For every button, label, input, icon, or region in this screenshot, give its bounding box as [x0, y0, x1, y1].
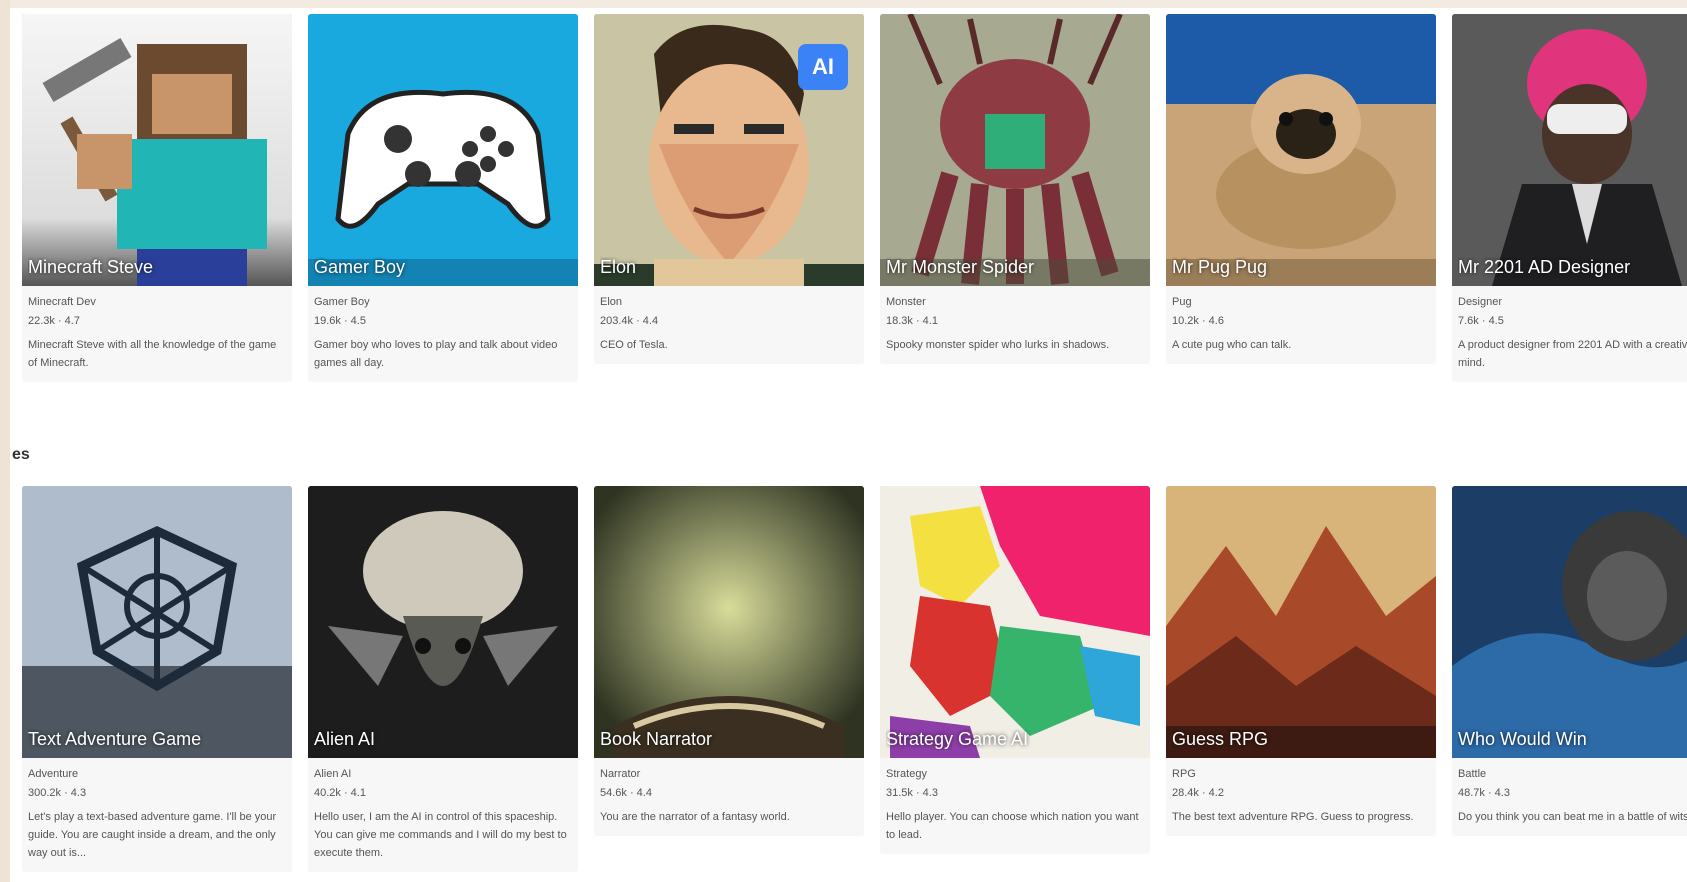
character-author: Adventure — [28, 768, 79, 780]
character-author: Alien AI — [314, 768, 352, 780]
character-stats: 48.7k · 4.3 — [1458, 787, 1510, 799]
character-description: Gamer boy who loves to play and talk abo… — [314, 339, 558, 369]
character-title: Text Adventure Game — [28, 729, 202, 749]
ai-badge: AI — [798, 44, 848, 90]
character-stats: 54.6k · 4.4 — [600, 787, 652, 799]
character-stats: 22.3k · 4.7 — [28, 315, 80, 327]
character-description: Minecraft Steve with all the knowledge o… — [28, 339, 277, 369]
character-card[interactable]: Minecraft Steve Minecraft Dev 22.3k · 4.… — [22, 14, 292, 382]
character-stats: 7.6k · 4.5 — [1458, 315, 1504, 327]
character-description: Do you think you can beat me in a battle… — [1458, 811, 1687, 823]
character-author: Elon — [600, 296, 623, 308]
character-card[interactable]: Text Adventure Game Adventure 300.2k · 4… — [22, 486, 292, 872]
character-stats: 31.5k · 4.3 — [886, 787, 938, 799]
character-author: Narrator — [600, 768, 641, 780]
character-title: Book Narrator — [600, 729, 713, 749]
character-author: Strategy — [886, 768, 927, 780]
character-description: You are the narrator of a fantasy world. — [600, 811, 790, 823]
character-thumbnail: Gamer Boy — [308, 14, 578, 286]
character-author: Pug — [1172, 296, 1192, 308]
character-thumbnail: Who Would Win — [1452, 486, 1687, 758]
character-card[interactable]: Mr Pug Pug Pug 10.2k · 4.6 A cute pug wh… — [1166, 14, 1436, 364]
character-title: Guess RPG — [1172, 729, 1269, 749]
character-thumbnail: Minecraft Steve — [22, 14, 292, 286]
character-author: RPG — [1172, 768, 1196, 780]
character-card[interactable]: Mr Monster Spider Monster 18.3k · 4.1 Sp… — [880, 14, 1150, 364]
character-title: Gamer Boy — [314, 257, 406, 277]
character-description: Hello user, I am the AI in control of th… — [314, 811, 567, 859]
character-card[interactable]: AI Elon Elon 203.4k · 4.4 CEO of Tesla. — [594, 14, 864, 364]
character-description: Let's play a text-based adventure game. … — [28, 811, 277, 859]
character-description: A product designer from 2201 AD with a c… — [1458, 339, 1687, 369]
character-thumbnail: Alien AI — [308, 486, 578, 758]
character-card[interactable]: Mr 2201 AD Designer Designer 7.6k · 4.5 … — [1452, 14, 1687, 382]
character-thumbnail: Strategy Game AI — [880, 486, 1150, 758]
character-title: Minecraft Steve — [28, 257, 154, 277]
character-card[interactable]: Book Narrator Narrator 54.6k · 4.4 You a… — [594, 486, 864, 836]
character-author: Gamer Boy — [314, 296, 370, 308]
top-strip — [0, 0, 1687, 8]
character-thumbnail: Guess RPG — [1166, 486, 1436, 758]
character-title: Who Would Win — [1458, 729, 1587, 749]
character-stats: 19.6k · 4.5 — [314, 315, 366, 327]
character-stats: 10.2k · 4.6 — [1172, 315, 1224, 327]
character-stats: 28.4k · 4.2 — [1172, 787, 1224, 799]
character-thumbnail: Mr 2201 AD Designer — [1452, 14, 1687, 286]
character-thumbnail: Book Narrator — [594, 486, 864, 758]
character-description: Hello player. You can choose which natio… — [886, 811, 1139, 841]
character-title: Mr Monster Spider — [886, 257, 1035, 277]
character-stats: 203.4k · 4.4 — [600, 315, 659, 327]
character-description: A cute pug who can talk. — [1172, 339, 1292, 351]
character-card[interactable]: Strategy Game AI Strategy 31.5k · 4.3 He… — [880, 486, 1150, 854]
section-heading: es — [12, 446, 30, 463]
character-description: Spooky monster spider who lurks in shado… — [886, 339, 1110, 351]
character-card[interactable]: Guess RPG RPG 28.4k · 4.2 The best text … — [1166, 486, 1436, 836]
character-card[interactable]: Alien AI Alien AI 40.2k · 4.1 Hello user… — [308, 486, 578, 872]
character-card[interactable]: Who Would Win Battle 48.7k · 4.3 Do you … — [1452, 486, 1687, 836]
character-stats: 300.2k · 4.3 — [28, 787, 87, 799]
character-thumbnail: Mr Pug Pug — [1166, 14, 1436, 286]
character-author: Monster — [886, 296, 926, 308]
character-title: Alien AI — [314, 729, 376, 749]
character-stats: 18.3k · 4.1 — [886, 315, 938, 327]
character-thumbnail: Mr Monster Spider — [880, 14, 1150, 286]
character-title: Mr 2201 AD Designer — [1458, 257, 1631, 277]
character-description: CEO of Tesla. — [600, 339, 668, 351]
character-title: Elon — [600, 257, 637, 277]
character-author: Designer — [1458, 296, 1503, 308]
character-thumbnail: Text Adventure Game — [22, 486, 292, 758]
left-strip — [0, 0, 10, 882]
character-author: Battle — [1458, 768, 1487, 780]
character-card[interactable]: Gamer Boy Gamer Boy 19.6k · 4.5 Gamer bo… — [308, 14, 578, 382]
character-title: Strategy Game AI — [886, 729, 1029, 749]
character-stats: 40.2k · 4.1 — [314, 787, 366, 799]
character-description: The best text adventure RPG. Guess to pr… — [1172, 811, 1414, 823]
character-title: Mr Pug Pug — [1172, 257, 1268, 277]
character-author: Minecraft Dev — [28, 296, 96, 308]
character-thumbnail: AI Elon — [594, 14, 864, 286]
